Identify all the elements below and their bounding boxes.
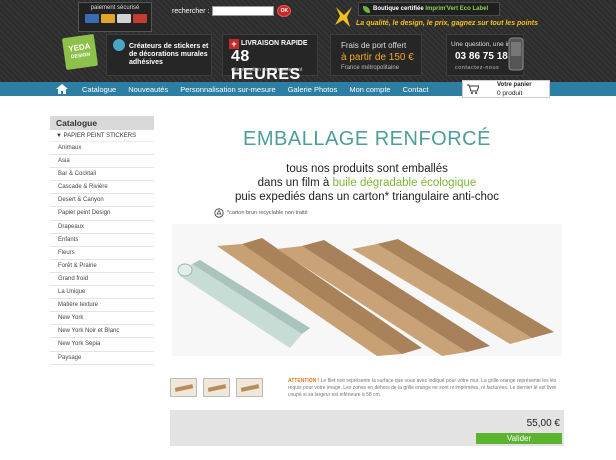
packaging-description: tous nos produits sont emballés dans un … xyxy=(172,162,562,204)
slogan: La qualité, le design, le prix, gagnez s… xyxy=(356,20,539,27)
desc-line2: dans un film à buile dégradable écologiq… xyxy=(257,177,477,189)
sidebar-item[interactable]: Animaux xyxy=(50,142,154,156)
leaf-icon xyxy=(363,5,370,13)
carton-note: *carton brun recyclable non traité xyxy=(214,208,308,218)
validate-button[interactable]: Valider xyxy=(476,433,562,444)
logo-line2: DESIGN xyxy=(70,51,91,61)
thumbnail-image[interactable] xyxy=(203,378,230,397)
promo-delivery[interactable]: + LIVRAISON RAPIDE 48 HEURES dès récepti… xyxy=(222,34,318,83)
promo-stickers-text: Créateurs de stickers et de décorations … xyxy=(129,43,209,66)
yeda-design-logo[interactable]: YEDA DESIGN xyxy=(61,33,99,71)
secure-payment-title: paiement sécurisé xyxy=(90,5,140,11)
cart-title: Votre panier xyxy=(497,82,532,88)
delivery-big: 48 HEURES xyxy=(231,48,301,83)
attention-label: ATTENTION ! xyxy=(288,378,320,384)
payment-cards xyxy=(85,14,147,23)
attention-note: ATTENTION ! Le filet noir représente la … xyxy=(288,378,564,399)
certification-badge[interactable]: Boutique certifiée Imprim'Vert Eco Label xyxy=(358,2,500,16)
cart-box[interactable]: Votre panier 0 produit xyxy=(462,80,550,98)
desc-line3: puis expediés dans un carton* triangulai… xyxy=(234,191,500,203)
product-price: 55,00 € xyxy=(526,418,560,429)
delivery-top: LIVRAISON RAPIDE xyxy=(241,40,308,47)
promo-shipping[interactable]: Frais de port offert à partir de 150 € F… xyxy=(330,34,422,76)
home-icon[interactable] xyxy=(56,84,68,94)
brush-icon xyxy=(113,39,125,51)
sidebar-item[interactable]: New York xyxy=(50,312,154,326)
card-icon xyxy=(85,14,99,23)
sidebar-item[interactable]: Drapeaux xyxy=(50,221,154,234)
search-label: rechercher : xyxy=(172,7,210,15)
desc-line1: tous nos produits sont emballés xyxy=(286,163,448,175)
cart-count: 0 produit xyxy=(497,90,523,97)
thumbnail-image[interactable] xyxy=(236,378,263,397)
shipping-title: Frais de port offert xyxy=(341,41,407,50)
card-icon xyxy=(133,14,147,23)
sidebar-item[interactable]: Fleurs xyxy=(50,247,154,260)
sidebar-item[interactable]: New York Noir et Blanc xyxy=(50,325,154,339)
promo-stickers[interactable]: Créateurs de stickers et de décorations … xyxy=(106,34,212,76)
catalogue-sidebar: Catalogue ▼ PAPIER PEINT STICKERS Animau… xyxy=(50,116,154,365)
price-bar: 55,00 € Valider xyxy=(170,410,564,446)
search-ok-button[interactable]: OK xyxy=(277,5,292,17)
secure-payment-box: paiement sécurisé xyxy=(78,2,152,32)
sidebar-category-active[interactable]: ▼ PAPIER PEINT STICKERS xyxy=(50,130,154,142)
eco-highlight: buile dégradable écologique xyxy=(332,177,477,189)
site-header: paiement sécurisé rechercher : OK Boutiq… xyxy=(0,0,616,83)
sidebar-item[interactable]: Papier peint Design xyxy=(50,207,154,221)
cart-icon xyxy=(467,84,479,94)
sidebar-item[interactable]: New York Sepia xyxy=(50,338,154,352)
card-icon xyxy=(101,14,115,23)
bird-logo-icon xyxy=(335,7,352,27)
contact-link: contactez-nous xyxy=(455,65,500,71)
packaging-title: EMBALLAGE RENFORCÉ xyxy=(243,128,491,150)
sidebar-item[interactable]: Asia xyxy=(50,155,154,169)
sidebar-item[interactable]: Enfants xyxy=(50,234,154,247)
delivery-sub: dès réception de votre paiement xyxy=(231,67,303,73)
thumbnail-image[interactable] xyxy=(170,378,197,397)
carton-note-text: *carton brun recyclable non traité xyxy=(227,210,308,216)
attention-text: Le filet noir représente la surface que … xyxy=(288,378,557,398)
cert-brand: Imprim'Vert Eco Label xyxy=(425,6,489,12)
search-input[interactable] xyxy=(212,6,275,16)
sidebar-item[interactable]: Desert & Canyon xyxy=(50,194,154,208)
sidebar-item[interactable]: Grand froid xyxy=(50,273,154,287)
sidebar-item[interactable]: Paysage xyxy=(50,352,154,365)
nav-item-mon-compte[interactable]: Mon compte xyxy=(349,85,390,94)
sidebar-item[interactable]: Matière texture xyxy=(50,299,154,313)
phone-icon xyxy=(508,37,524,71)
sidebar-title: Catalogue xyxy=(50,116,154,130)
shipping-zone: France métropolitaine xyxy=(341,65,400,71)
sidebar-item[interactable]: Forêt & Prairie xyxy=(50,260,154,273)
cert-prefix: Boutique certifiée xyxy=(373,6,424,12)
packaging-photo xyxy=(172,224,562,356)
thumbnail-strip xyxy=(170,378,263,397)
recycle-icon xyxy=(214,208,224,218)
sidebar-item[interactable]: Cascade & Rivière xyxy=(50,181,154,195)
nav-item-personnalisation[interactable]: Personnalisation sur-mesure xyxy=(180,85,275,94)
card-icon xyxy=(117,14,131,23)
sidebar-item[interactable]: La Unique xyxy=(50,286,154,300)
search-bar: rechercher : OK xyxy=(172,4,292,18)
shipping-amount: à partir de 150 € xyxy=(341,52,414,63)
nav-item-galerie[interactable]: Galerie Photos xyxy=(288,85,338,94)
nav-item-contact[interactable]: Contact xyxy=(403,85,429,94)
nav-item-catalogue[interactable]: Catalogue xyxy=(82,85,116,94)
sidebar-item[interactable]: Bar & Cocktail xyxy=(50,168,154,182)
nav-item-nouveautes[interactable]: Nouveautés xyxy=(128,85,168,94)
